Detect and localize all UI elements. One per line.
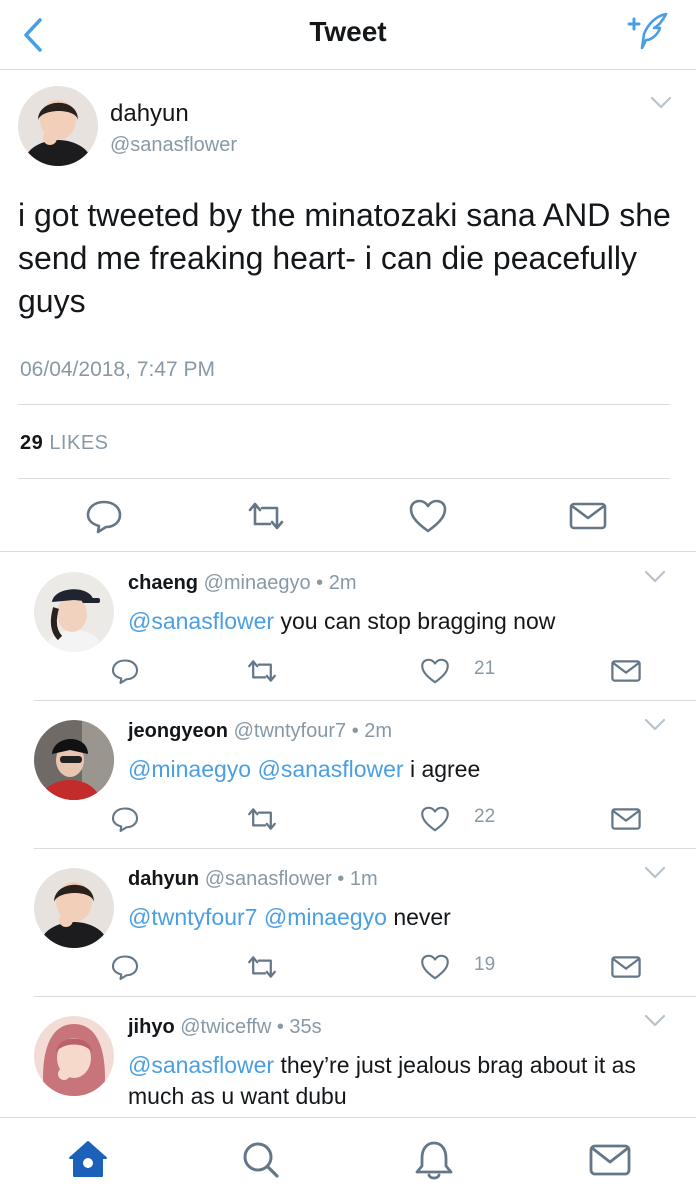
reply-header: chaeng @minaegyo • 2m: [128, 572, 357, 595]
search-icon[interactable]: [238, 1138, 282, 1182]
avatar[interactable]: [18, 86, 98, 166]
heart-icon[interactable]: [420, 804, 450, 834]
avatar[interactable]: [34, 868, 114, 948]
reply-text: @sanasflower you can stop bragging now: [128, 606, 668, 637]
mention-link[interactable]: @sanasflower: [128, 608, 274, 634]
chevron-down-icon[interactable]: [644, 1014, 666, 1028]
avatar[interactable]: [34, 572, 114, 652]
heart-icon[interactable]: [420, 952, 450, 982]
reply-message: never: [393, 904, 451, 930]
reply-header: jihyo @twiceffw • 35s: [128, 1016, 322, 1039]
retweet-icon[interactable]: [246, 804, 278, 834]
chevron-down-icon[interactable]: [644, 866, 666, 880]
tab-bar: [0, 1117, 696, 1200]
retweet-icon[interactable]: [246, 952, 278, 982]
mention-link[interactable]: @twntyfour7 @minaegyo: [128, 904, 387, 930]
reply-header: dahyun @sanasflower • 1m: [128, 868, 378, 891]
avatar[interactable]: [34, 1016, 114, 1096]
reply-author-name[interactable]: jihyo: [128, 1016, 175, 1038]
likes-label: LIKES: [49, 432, 109, 454]
compose-tweet-icon[interactable]: [626, 10, 670, 54]
reply-item[interactable]: jihyo @twiceffw • 35s @sanasflower they’…: [0, 996, 696, 1117]
retweet-icon[interactable]: [246, 656, 278, 686]
reply-meta: @twntyfour7 • 2m: [233, 720, 393, 742]
reply-text: @twntyfour7 @minaegyo never: [128, 902, 668, 933]
divider: [18, 404, 670, 405]
reply-text: @minaegyo @sanasflower i agree: [128, 754, 668, 785]
mention-link[interactable]: @minaegyo @sanasflower: [128, 756, 404, 782]
avatar[interactable]: [34, 720, 114, 800]
home-icon[interactable]: [66, 1138, 110, 1182]
heart-icon[interactable]: [408, 498, 448, 534]
like-count: 22: [474, 806, 496, 827]
reply-item[interactable]: dahyun @sanasflower • 1m @twntyfour7 @mi…: [0, 848, 696, 996]
reply-icon[interactable]: [110, 952, 140, 982]
mention-link[interactable]: @sanasflower: [128, 1052, 274, 1078]
mail-icon[interactable]: [610, 952, 642, 982]
mail-icon[interactable]: [610, 656, 642, 686]
page-title: Tweet: [309, 16, 387, 47]
like-count: 19: [474, 954, 496, 975]
like-count: 21: [474, 658, 496, 679]
reply-meta: @minaegyo • 2m: [203, 572, 357, 594]
author-handle[interactable]: @sanasflower: [110, 134, 237, 157]
mail-icon[interactable]: [568, 498, 608, 534]
reply-meta: @sanasflower • 1m: [204, 868, 378, 890]
reply-text: @sanasflower they’re just jealous brag a…: [128, 1050, 668, 1112]
mail-icon[interactable]: [610, 804, 642, 834]
chevron-down-icon[interactable]: [650, 96, 672, 110]
tweet-text: i got tweeted by the minatozaki sana AND…: [18, 197, 671, 319]
heart-icon[interactable]: [420, 656, 450, 686]
chevron-down-icon[interactable]: [644, 570, 666, 584]
reply-author-name[interactable]: dahyun: [128, 868, 199, 890]
reply-item[interactable]: jeongyeon @twntyfour7 • 2m @minaegyo @sa…: [0, 700, 696, 848]
divider: [18, 478, 670, 479]
reply-message: you can stop bragging now: [280, 608, 556, 634]
retweet-icon[interactable]: [246, 498, 286, 534]
messages-icon[interactable]: [588, 1138, 632, 1182]
reply-icon[interactable]: [84, 498, 124, 534]
likes-number: 29: [20, 432, 44, 454]
chevron-down-icon[interactable]: [644, 718, 666, 732]
reply-icon[interactable]: [110, 656, 140, 686]
reply-item[interactable]: chaeng @minaegyo • 2m @sanasflower you c…: [0, 552, 696, 700]
author-name[interactable]: dahyun: [110, 100, 189, 128]
reply-message: i agree: [409, 756, 481, 782]
reply-meta: @twiceffw • 35s: [180, 1016, 322, 1038]
reply-header: jeongyeon @twntyfour7 • 2m: [128, 720, 392, 743]
tweet-timestamp: 06/04/2018, 7:47 PM: [20, 358, 215, 381]
reply-icon[interactable]: [110, 804, 140, 834]
reply-author-name[interactable]: jeongyeon: [128, 720, 228, 742]
notifications-icon[interactable]: [412, 1138, 456, 1182]
navigation-bar: Tweet: [0, 0, 696, 70]
likes-count[interactable]: 29 LIKES: [20, 432, 109, 455]
reply-author-name[interactable]: chaeng: [128, 572, 198, 594]
